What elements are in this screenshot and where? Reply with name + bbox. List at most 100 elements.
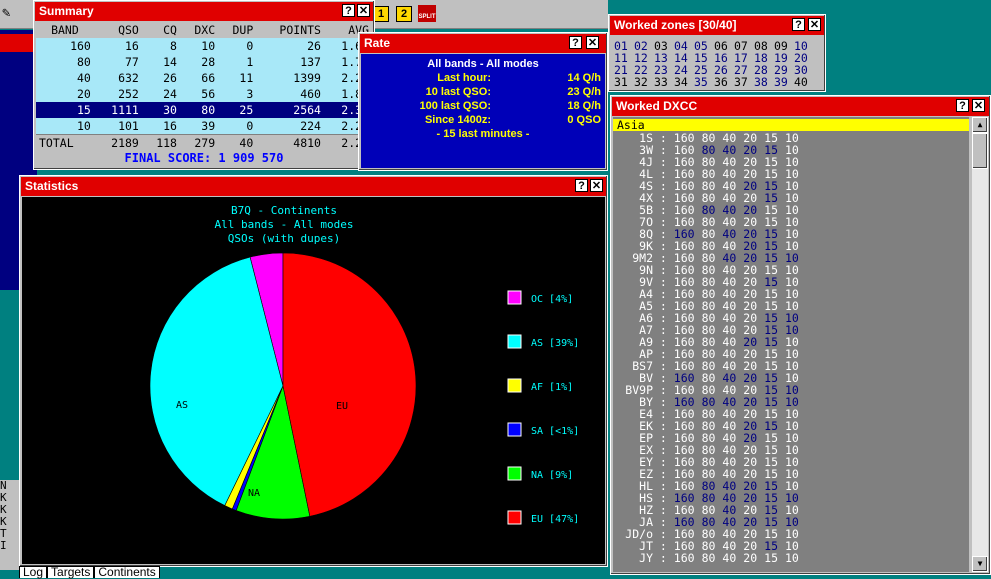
summary-row[interactable]: 20 252 24 56 3 460 1.83 xyxy=(36,86,372,102)
summary-cell: 16 xyxy=(93,38,142,54)
legend-label: OC [4%] xyxy=(531,294,573,305)
summary-cell: 101 xyxy=(93,118,142,135)
rate-label: Since 1400z: xyxy=(424,114,491,126)
summary-cell: 1111 xyxy=(93,102,142,118)
statistics-window: Statistics ? ✕ B7Q - Continents All band… xyxy=(19,175,608,567)
rate-label: 100 last QSO: xyxy=(419,100,491,112)
summary-cell: 14 xyxy=(141,54,180,70)
column-header: DXC xyxy=(179,22,219,38)
summary-total-cell: 4810 xyxy=(256,134,324,151)
summary-cell: 160 xyxy=(36,38,94,54)
summary-cell: 10 xyxy=(36,118,94,135)
rate-title: Rate xyxy=(364,36,391,50)
summary-cell: 0 xyxy=(218,38,257,54)
rate-footer: - 15 last minutes - xyxy=(436,128,530,140)
zones-grid: 01 02 03 04 05 06 07 08 09 10 11 12 13 14 15 16 17 18 19 20… xyxy=(611,36,823,89)
summary-cell: 15 xyxy=(36,102,94,118)
tab-log[interactable]: Log xyxy=(19,566,48,578)
help-icon[interactable]: ? xyxy=(575,179,588,192)
dxcc-row[interactable]: JY : 160 80 40 20 15 10 xyxy=(613,552,969,564)
summary-cell: 252 xyxy=(93,86,142,102)
close-icon[interactable]: ✕ xyxy=(972,99,985,112)
summary-cell: 80 xyxy=(179,102,219,118)
column-header: CQ xyxy=(141,22,180,38)
close-icon[interactable]: ✕ xyxy=(586,36,599,49)
summary-row[interactable]: 15 1111 30 80 25 2564 2.31 xyxy=(36,102,372,118)
summary-cell: 26 xyxy=(256,38,324,54)
summary-total-cell: TOTAL xyxy=(36,134,94,151)
rate-value: 14 Q/h xyxy=(567,72,601,84)
pie-slice-eu xyxy=(282,252,417,517)
slice-label-as: AS xyxy=(176,400,188,411)
dxcc-title-bar[interactable]: Worked DXCC xyxy=(612,97,989,116)
scroll-down-icon[interactable]: ▼ xyxy=(972,556,988,572)
rate-label: Last hour: xyxy=(437,72,491,84)
zone-number: 32 xyxy=(634,75,648,89)
dxcc-band: 80 xyxy=(701,551,716,565)
tab-targets[interactable]: Targets xyxy=(47,566,95,578)
summary-cell: 24 xyxy=(141,86,180,102)
summary-title: Summary xyxy=(39,4,94,18)
summary-cell: 30 xyxy=(141,102,180,118)
band-2-button[interactable]: 2 xyxy=(396,6,412,22)
summary-row[interactable]: 80 77 14 28 1 137 1.78 xyxy=(36,54,372,70)
summary-header-row: BAND QSO CQ DXC DUP POINTS AVG xyxy=(36,22,372,38)
rate-heading: All bands - All modes xyxy=(427,58,539,70)
band-1-button[interactable]: 1 xyxy=(373,6,389,22)
help-icon[interactable]: ? xyxy=(569,36,582,49)
close-icon[interactable]: ✕ xyxy=(590,179,603,192)
pie-chart: B7Q - Continents All bands - All modes Q… xyxy=(149,204,579,525)
rate-row: 100 last QSO: 18 Q/h xyxy=(361,100,605,114)
slice-label-na: NA xyxy=(248,488,260,499)
help-icon[interactable]: ? xyxy=(342,4,355,17)
summary-row[interactable]: 10 101 16 39 0 224 2.22 xyxy=(36,118,372,135)
cursor-tool-icon[interactable]: ✎ xyxy=(2,5,10,21)
legend-label: AS [39%] xyxy=(531,338,579,349)
summary-cell: 632 xyxy=(93,70,142,86)
dxcc-scrollbar[interactable]: ▲ ▼ xyxy=(972,117,988,572)
summary-cell: 80 xyxy=(36,54,94,70)
zone-number: 37 xyxy=(734,75,748,89)
zone-number: 34 xyxy=(674,75,688,89)
summary-cell: 460 xyxy=(256,86,324,102)
chart-subtitle: All bands - All modes xyxy=(214,218,353,231)
final-score: FINAL SCORE: 1 909 570 xyxy=(36,151,372,167)
column-header: QSO xyxy=(93,22,142,38)
summary-row[interactable]: 40 632 26 66 11 1399 2.21 xyxy=(36,70,372,86)
tab-continents[interactable]: Continents xyxy=(94,566,160,578)
summary-total-cell: 40 xyxy=(218,134,257,151)
summary-title-bar[interactable]: Summary xyxy=(35,2,373,21)
statistics-title-bar[interactable]: Statistics xyxy=(21,177,606,196)
close-icon[interactable]: ✕ xyxy=(357,4,370,17)
rate-label: 10 last QSO: xyxy=(425,86,491,98)
scroll-thumb[interactable] xyxy=(972,133,988,169)
summary-cell: 11 xyxy=(218,70,257,86)
continent-header: Asia xyxy=(613,119,969,131)
summary-row[interactable]: 160 16 8 10 0 26 1.63 xyxy=(36,38,372,54)
legend-swatch xyxy=(507,290,522,305)
dxcc-title: Worked DXCC xyxy=(616,99,698,113)
chart-subtitle-2: QSOs (with dupes) xyxy=(228,232,341,245)
help-icon[interactable]: ? xyxy=(792,18,805,31)
legend-swatch xyxy=(507,510,522,525)
rate-value: 23 Q/h xyxy=(567,86,601,98)
dxcc-list[interactable]: Asia 1S : 160 80 40 20 15 10 3W : 160 80 40 20 15 1… xyxy=(613,117,969,572)
zones-line: 31 32 33 34 35 36 37 38 39 40 xyxy=(614,76,814,88)
chart-title: B7Q - Continents xyxy=(231,204,337,217)
summary-cell: 10 xyxy=(179,38,219,54)
dxcc-band: 160 xyxy=(673,551,695,565)
rate-value: 18 Q/h xyxy=(567,100,601,112)
summary-cell: 8 xyxy=(141,38,180,54)
close-icon[interactable]: ✕ xyxy=(808,18,821,31)
zone-number: 38 xyxy=(754,75,768,89)
split-button[interactable]: SPLIT xyxy=(418,5,436,22)
rate-row: Since 1400z: 0 QSO xyxy=(361,114,605,128)
dxcc-band: 15 xyxy=(764,551,778,565)
rate-window: Rate ? ✕ All bands - All modes Last hour… xyxy=(358,32,608,171)
column-header: POINTS xyxy=(256,22,324,38)
summary-cell: 25 xyxy=(218,102,257,118)
scroll-up-icon[interactable]: ▲ xyxy=(972,117,988,133)
help-icon[interactable]: ? xyxy=(956,99,969,112)
slice-label-eu: EU xyxy=(336,401,348,412)
dxcc-prefix: JY xyxy=(639,551,653,565)
